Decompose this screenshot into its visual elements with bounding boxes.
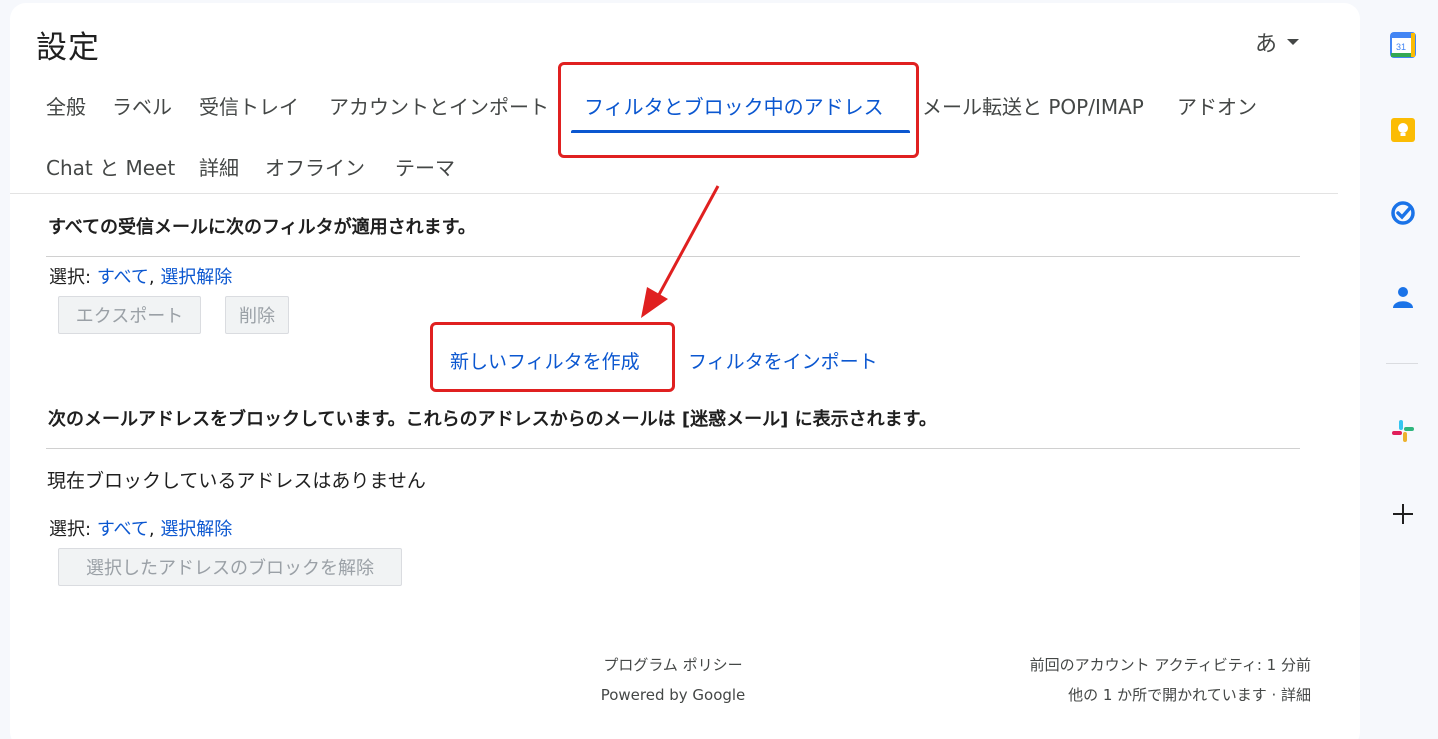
- add-icon[interactable]: [1390, 501, 1416, 527]
- tab-inbox[interactable]: 受信トレイ: [199, 91, 299, 120]
- tab-advanced[interactable]: 詳細: [199, 152, 239, 181]
- blocked-heading: 次のメールアドレスをブロックしています。これらのアドレスからのメールは [迷惑メ…: [48, 409, 937, 430]
- select-label: 選択:: [49, 519, 92, 540]
- select-all-link[interactable]: すべて: [97, 267, 149, 288]
- powered-by-text: Powered by Google: [600, 686, 746, 704]
- filters-select-row: 選択: すべて, 選択解除: [49, 263, 232, 289]
- tab-general[interactable]: 全般: [46, 91, 86, 120]
- tab-themes[interactable]: テーマ: [395, 152, 455, 181]
- select-all-link[interactable]: すべて: [97, 519, 149, 540]
- open-elsewhere-details[interactable]: 他の 1 か所で開かれています · 詳細: [930, 680, 1311, 710]
- footer-center: プログラム ポリシー Powered by Google: [560, 650, 786, 710]
- annotation-box-create-filter: [430, 322, 675, 392]
- tabs-divider: [10, 193, 1338, 194]
- keep-icon[interactable]: [1390, 117, 1416, 143]
- annotation-box-tab: [558, 62, 919, 158]
- comma: ,: [148, 519, 155, 540]
- import-filter-label[interactable]: フィルタをインポート: [688, 351, 878, 373]
- unblock-selected-button[interactable]: 選択したアドレスのブロックを解除: [58, 548, 402, 586]
- slack-icon[interactable]: [1390, 418, 1416, 444]
- blocked-empty-text: 現在ブロックしているアドレスはありません: [47, 470, 426, 492]
- comma: ,: [148, 267, 155, 288]
- footer-right: 前回のアカウント アクティビティ: 1 分前 他の 1 か所で開かれています ·…: [930, 650, 1311, 710]
- filters-heading: すべての受信メールに次のフィルタが適用されます。: [48, 217, 476, 238]
- filters-divider: [46, 256, 1300, 257]
- export-button[interactable]: エクスポート: [58, 296, 201, 334]
- blocked-divider: [46, 448, 1300, 449]
- blocked-select-row: 選択: すべて, 選択解除: [49, 515, 232, 541]
- tab-chat-meet[interactable]: Chat と Meet: [46, 152, 175, 181]
- program-policy-link[interactable]: プログラム ポリシー: [560, 650, 786, 680]
- import-filter-link[interactable]: フィルタをインポート: [688, 347, 878, 374]
- input-tools-button[interactable]: あ: [1255, 26, 1300, 58]
- last-activity-text: 前回のアカウント アクティビティ: 1 分前: [1029, 656, 1311, 674]
- tab-labels[interactable]: ラベル: [112, 91, 172, 120]
- calendar-icon[interactable]: 31: [1390, 32, 1416, 58]
- tab-forwarding-pop-imap[interactable]: メール転送と POP/IMAP: [922, 91, 1144, 120]
- side-rail: 31: [1362, 0, 1438, 739]
- rail-divider: [1386, 363, 1418, 364]
- caret-down-icon: [1287, 39, 1300, 45]
- lang-label: あ: [1255, 32, 1278, 57]
- select-none-link[interactable]: 選択解除: [160, 519, 232, 540]
- tab-addons[interactable]: アドオン: [1177, 91, 1257, 120]
- select-none-link[interactable]: 選択解除: [160, 267, 232, 288]
- tab-accounts-import[interactable]: アカウントとインポート: [329, 91, 549, 120]
- delete-button[interactable]: 削除: [225, 296, 289, 334]
- tab-offline[interactable]: オフライン: [265, 152, 365, 181]
- contacts-icon[interactable]: [1390, 284, 1416, 310]
- page-title: 設定: [36, 30, 100, 66]
- tasks-icon[interactable]: [1390, 200, 1416, 226]
- select-label: 選択:: [49, 267, 92, 288]
- calendar-day: 31: [1396, 42, 1406, 52]
